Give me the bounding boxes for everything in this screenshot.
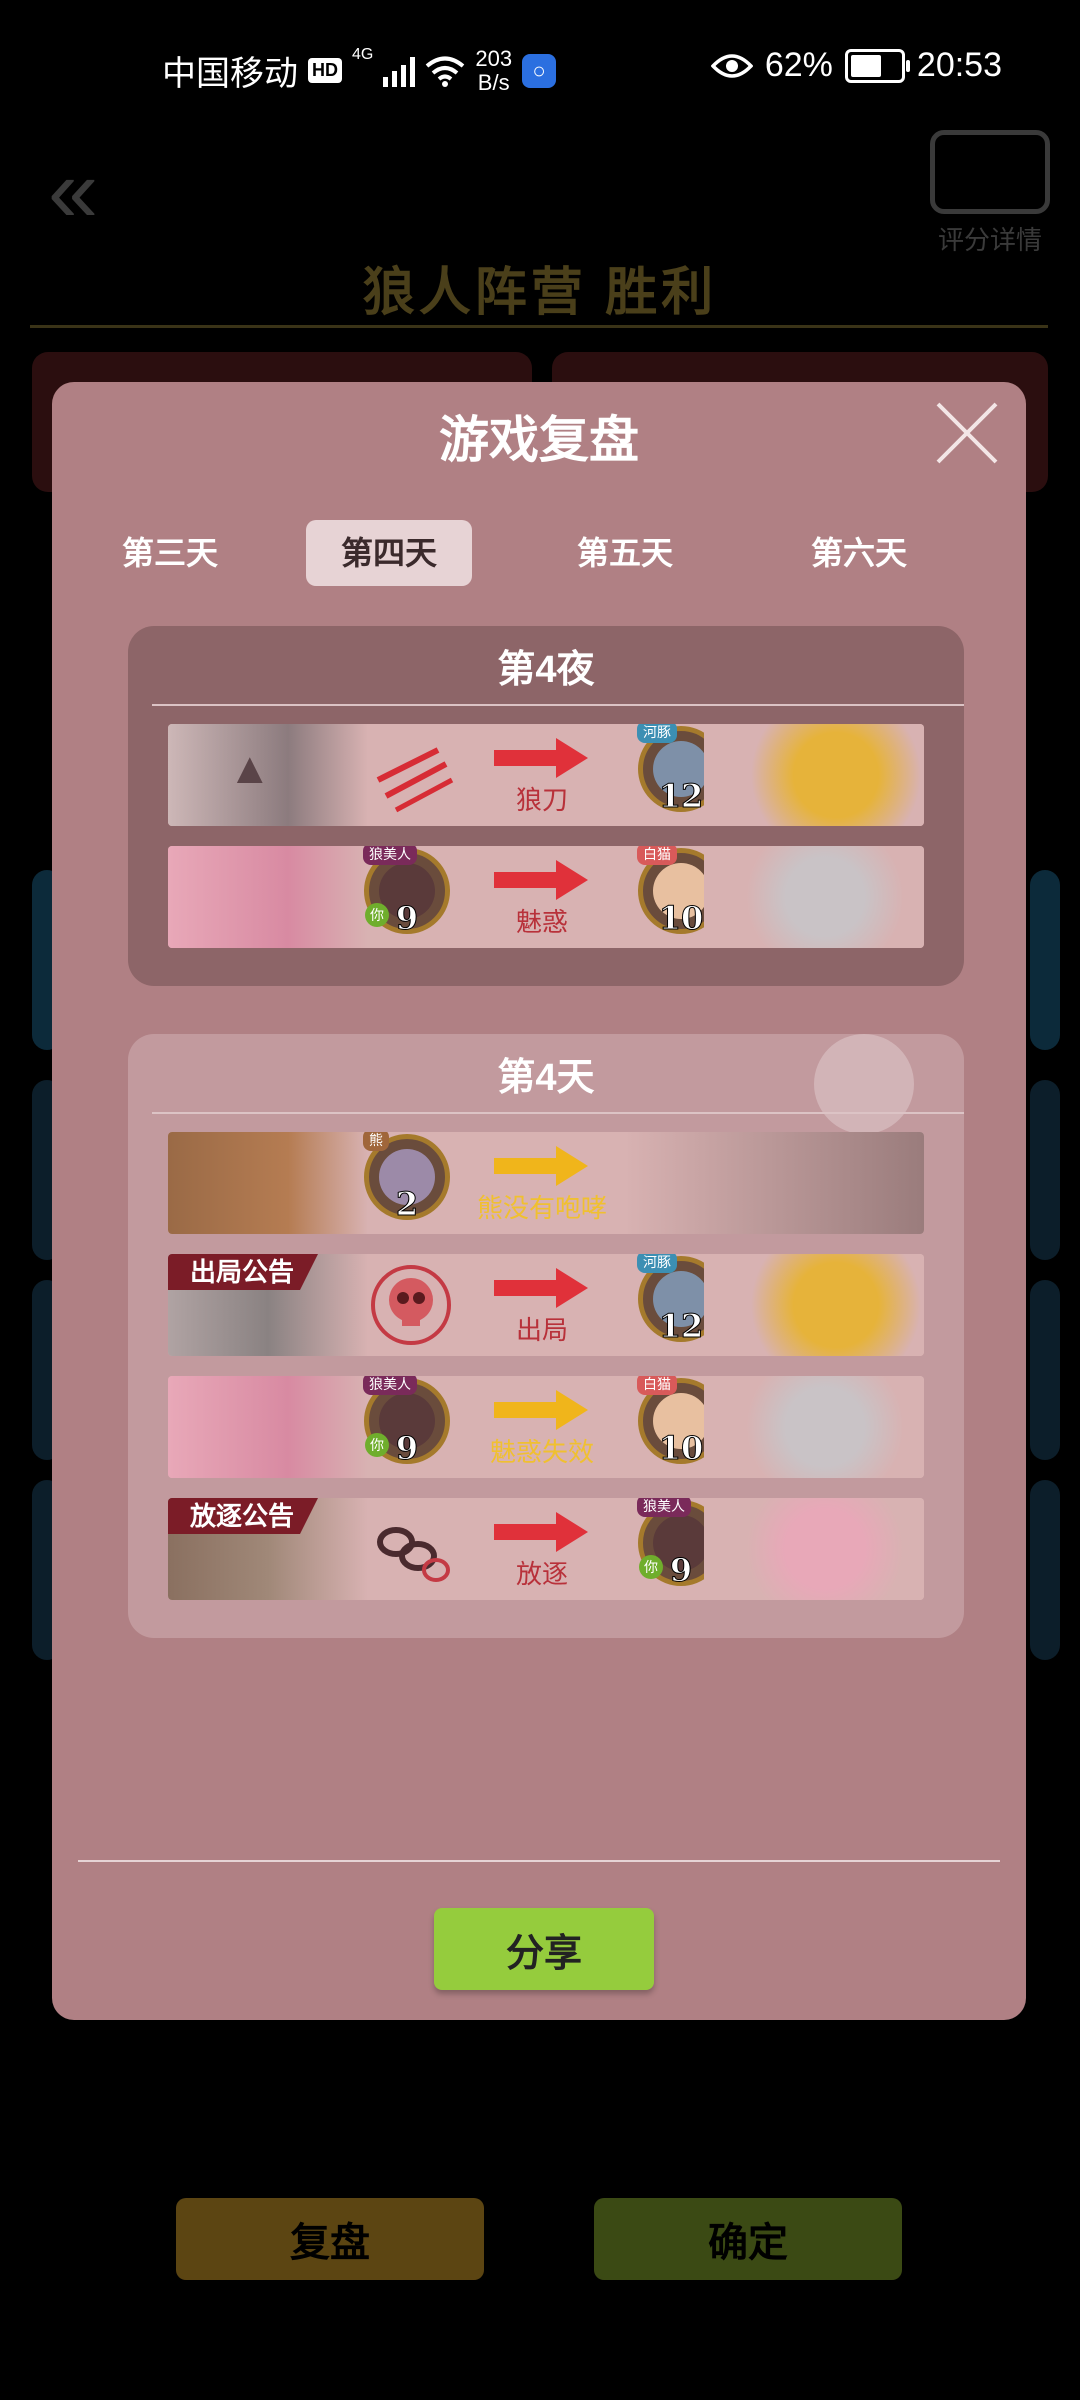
player-number: 9 xyxy=(395,1429,419,1468)
white-cat-portrait xyxy=(704,1376,924,1478)
pufferfish-portrait xyxy=(704,724,924,826)
role-tag: 河豚 xyxy=(637,1254,677,1273)
hd-badge: HD xyxy=(308,58,342,83)
score-detail-button[interactable]: 评分详情 xyxy=(930,130,1050,257)
player-card xyxy=(1030,1080,1060,1260)
list-icon xyxy=(930,130,1050,214)
role-tag: 狼美人 xyxy=(637,1498,691,1517)
signal-icon xyxy=(383,55,416,87)
event-row: 熊 2 熊没有咆哮 xyxy=(168,1132,924,1234)
actor-avatar: 狼美人 你 9 xyxy=(363,1376,450,1468)
pufferfish-portrait xyxy=(704,1254,924,1356)
close-icon[interactable] xyxy=(934,400,1000,466)
divider xyxy=(152,704,964,706)
tab-day-6[interactable]: 第六天 xyxy=(776,520,942,586)
share-button[interactable]: 分享 xyxy=(434,1908,654,1990)
yellow-arrow-icon xyxy=(494,1146,588,1186)
action-label: 狼刀 xyxy=(515,785,568,815)
out-announcement-ribbon: 出局公告 xyxy=(168,1254,319,1290)
action-label: 放逐 xyxy=(515,1559,568,1589)
clock: 20:53 xyxy=(916,46,1002,84)
network-type: 4G xyxy=(352,46,374,63)
battery-icon xyxy=(844,48,910,83)
wolf-beauty-portrait xyxy=(168,1376,368,1478)
event-row: 狼美人 你 9 魅惑失效 白猫 10 xyxy=(168,1376,924,1478)
night-title: 第4夜 xyxy=(497,649,595,691)
network-speed: 203 B/s xyxy=(475,45,513,95)
divider xyxy=(78,1860,1000,1862)
forest-scene xyxy=(624,1132,924,1234)
modal-title: 游戏复盘 xyxy=(439,412,639,468)
red-arrow-icon xyxy=(494,738,588,778)
action-label: 出局 xyxy=(515,1315,568,1345)
carrier-name: 中国移动 xyxy=(162,55,298,93)
tab-day-5[interactable]: 第五天 xyxy=(542,520,708,586)
red-arrow-icon xyxy=(494,860,588,900)
divider xyxy=(30,325,1048,328)
red-arrow-icon xyxy=(494,1512,588,1552)
bulb-icon: ○ xyxy=(522,53,557,88)
player-number: 9 xyxy=(395,899,419,938)
confirm-button[interactable]: 确定 xyxy=(594,2198,902,2280)
werewolf-portrait: ▲ xyxy=(168,724,368,826)
tab-day-4[interactable]: 第四天 xyxy=(306,520,472,586)
bear-portrait xyxy=(168,1132,368,1234)
player-number: 2 xyxy=(395,1185,419,1224)
shackles-icon xyxy=(377,1527,450,1582)
divider xyxy=(152,1112,964,1114)
player-card xyxy=(1030,870,1060,1050)
role-tag: 狼美人 xyxy=(363,846,417,865)
yellow-arrow-icon xyxy=(494,1390,588,1430)
red-arrow-icon xyxy=(494,1268,588,1308)
back-chevron-icon[interactable]: « xyxy=(48,140,98,243)
battery-percent: 62% xyxy=(764,46,833,84)
night-panel: 第4夜 ▲ 狼刀 河豚 12 狼美人 你 9 魅惑 白猫 10 xyxy=(128,626,964,986)
role-tag: 河豚 xyxy=(637,724,677,743)
action-label: 魅惑失效 xyxy=(489,1437,594,1467)
eye-icon xyxy=(710,53,753,78)
result-title: 狼人阵营 胜利 xyxy=(362,264,718,322)
role-tag: 白猫 xyxy=(637,1376,677,1395)
role-tag: 狼美人 xyxy=(363,1376,417,1395)
day-tabs: 第三天 第四天 第五天 第六天 xyxy=(52,520,1026,588)
event-row: 狼美人 你 9 魅惑 白猫 10 xyxy=(168,846,924,948)
action-label: 魅惑 xyxy=(515,907,568,937)
day-panel: 第4天 熊 2 熊没有咆哮 出局公告 出局 河豚 12 狼美人 你 9 魅惑失效… xyxy=(128,1034,964,1638)
tab-day-3[interactable]: 第三天 xyxy=(118,520,218,586)
actor-avatar: 熊 2 xyxy=(363,1132,450,1224)
role-tag: 白猫 xyxy=(637,846,677,865)
day-title: 第4天 xyxy=(497,1057,595,1099)
status-bar: 中国移动 HD 4G 203 B/s ○ 62% 20:53 xyxy=(0,0,1080,130)
white-cat-portrait xyxy=(704,846,924,948)
wifi-icon xyxy=(426,56,465,87)
wolf-beauty-portrait xyxy=(704,1498,924,1600)
replay-modal: 游戏复盘 第三天 第四天 第五天 第六天 第4夜 ▲ 狼刀 河豚 12 狼美人 … xyxy=(52,382,1026,2020)
event-row: 放逐公告 放逐 狼美人 你 9 xyxy=(168,1498,924,1600)
action-label: 熊没有咆哮 xyxy=(476,1193,607,1223)
event-row: 出局公告 出局 河豚 12 xyxy=(168,1254,924,1356)
exile-announcement-ribbon: 放逐公告 xyxy=(168,1498,319,1534)
claw-slash-icon xyxy=(376,747,454,813)
role-tag: 熊 xyxy=(363,1132,389,1151)
event-row: ▲ 狼刀 河豚 12 xyxy=(168,724,924,826)
replay-button[interactable]: 复盘 xyxy=(176,2198,484,2280)
skull-icon xyxy=(371,1265,451,1345)
player-card xyxy=(1030,1480,1060,1660)
actor-avatar: 狼美人 你 9 xyxy=(363,846,450,938)
wolf-beauty-portrait xyxy=(168,846,368,948)
player-card xyxy=(1030,1280,1060,1460)
